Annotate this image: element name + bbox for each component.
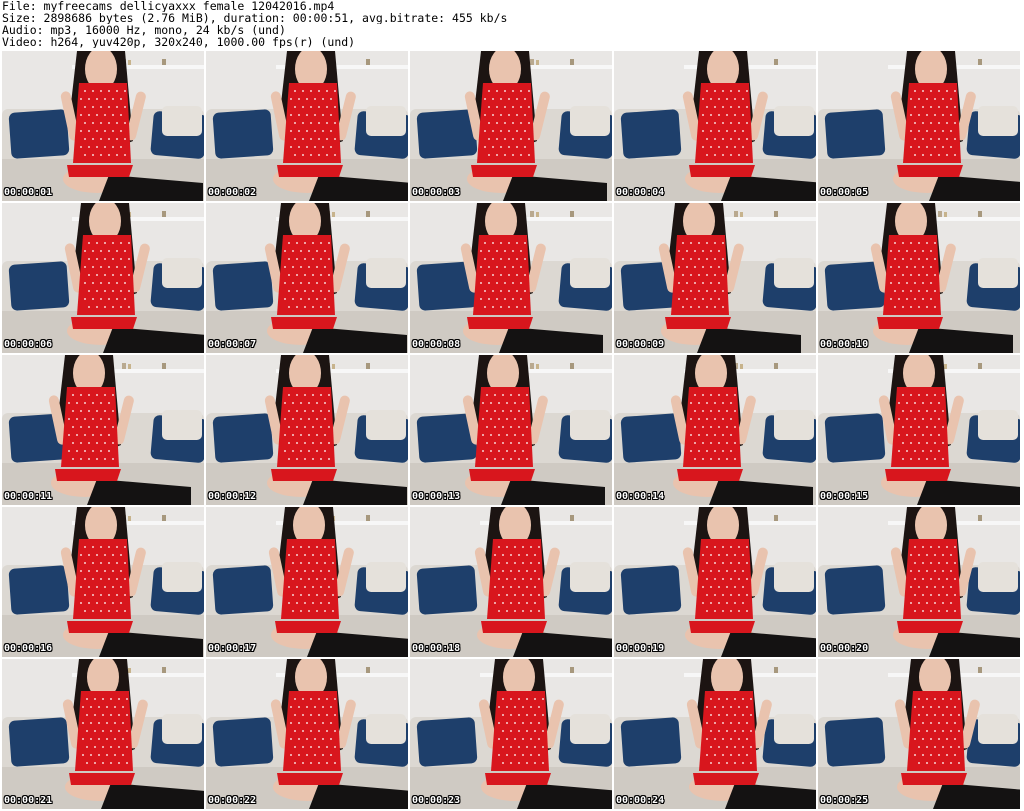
thumbnail-frame: 00:00:09	[614, 203, 816, 353]
frame-timestamp: 00:00:02	[208, 187, 257, 198]
thumbnail-frame: 00:00:20	[818, 507, 1020, 657]
thumbnail-frame: 00:00:11	[2, 355, 204, 505]
frame-image	[206, 51, 408, 201]
thumbnail-frame: 00:00:23	[410, 659, 612, 809]
frame-image	[614, 355, 816, 505]
thumbnail-frame: 00:00:21	[2, 659, 204, 809]
thumbnail-frame: 00:00:17	[206, 507, 408, 657]
frame-timestamp: 00:00:09	[616, 339, 665, 350]
thumbnail-frame: 00:00:18	[410, 507, 612, 657]
frame-timestamp: 00:00:12	[208, 491, 257, 502]
frame-image	[206, 355, 408, 505]
frame-timestamp: 00:00:25	[820, 795, 869, 806]
frame-timestamp: 00:00:08	[412, 339, 461, 350]
thumbnail-frame: 00:00:22	[206, 659, 408, 809]
frame-image	[818, 203, 1020, 353]
thumbnail-frame: 00:00:15	[818, 355, 1020, 505]
frame-image	[818, 51, 1020, 201]
frame-timestamp: 00:00:23	[412, 795, 461, 806]
thumbnail-frame: 00:00:19	[614, 507, 816, 657]
frame-image	[410, 355, 612, 505]
file-name-line: File: myfreecams_dellicyaxxx_female_1204…	[2, 0, 335, 12]
thumbnail-frame: 00:00:10	[818, 203, 1020, 353]
frame-image	[614, 659, 816, 809]
frame-timestamp: 00:00:07	[208, 339, 257, 350]
frame-image	[2, 355, 204, 505]
thumbnail-frame: 00:00:01	[2, 51, 204, 201]
video-info-line: Video: h264, yuv420p, 320x240, 1000.00 f…	[2, 36, 356, 48]
file-size-line: Size: 2898686 bytes (2.76 MiB), duration…	[2, 12, 508, 24]
frame-timestamp: 00:00:01	[4, 187, 53, 198]
frame-image	[614, 51, 816, 201]
frame-timestamp: 00:00:05	[820, 187, 869, 198]
frame-image	[206, 659, 408, 809]
thumbnail-grid: 00:00:01 00:00:02 00:00:03 00:00:04 00:00:05…	[2, 51, 1022, 809]
thumbnail-frame: 00:00:05	[818, 51, 1020, 201]
frame-timestamp: 00:00:03	[412, 187, 461, 198]
frame-image	[410, 507, 612, 657]
frame-timestamp: 00:00:18	[412, 643, 461, 654]
thumbnail-frame: 00:00:03	[410, 51, 612, 201]
thumbnail-frame: 00:00:16	[2, 507, 204, 657]
frame-timestamp: 00:00:04	[616, 187, 665, 198]
thumbnail-frame: 00:00:06	[2, 203, 204, 353]
thumbnail-frame: 00:00:07	[206, 203, 408, 353]
frame-timestamp: 00:00:10	[820, 339, 869, 350]
frame-timestamp: 00:00:06	[4, 339, 53, 350]
file-info-header: File: myfreecams_dellicyaxxx_female_1204…	[2, 0, 1022, 50]
frame-image	[818, 507, 1020, 657]
thumbnail-frame: 00:00:13	[410, 355, 612, 505]
frame-image	[206, 203, 408, 353]
frame-image	[206, 507, 408, 657]
thumbnail-frame: 00:00:08	[410, 203, 612, 353]
frame-image	[410, 203, 612, 353]
frame-timestamp: 00:00:15	[820, 491, 869, 502]
frame-timestamp: 00:00:21	[4, 795, 53, 806]
frame-image	[818, 659, 1020, 809]
thumbnail-frame: 00:00:12	[206, 355, 408, 505]
frame-image	[614, 203, 816, 353]
frame-timestamp: 00:00:20	[820, 643, 869, 654]
frame-timestamp: 00:00:24	[616, 795, 665, 806]
frame-image	[2, 51, 204, 201]
frame-image	[614, 507, 816, 657]
frame-timestamp: 00:00:19	[616, 643, 665, 654]
thumbnail-frame: 00:00:02	[206, 51, 408, 201]
frame-image	[818, 355, 1020, 505]
frame-image	[410, 51, 612, 201]
audio-info-line: Audio: mp3, 16000 Hz, mono, 24 kb/s (und…	[2, 24, 286, 36]
frame-timestamp: 00:00:14	[616, 491, 665, 502]
frame-timestamp: 00:00:17	[208, 643, 257, 654]
frame-timestamp: 00:00:13	[412, 491, 461, 502]
thumbnail-frame: 00:00:04	[614, 51, 816, 201]
frame-timestamp: 00:00:22	[208, 795, 257, 806]
frame-timestamp: 00:00:16	[4, 643, 53, 654]
frame-image	[2, 507, 204, 657]
thumbnail-frame: 00:00:25	[818, 659, 1020, 809]
frame-image	[410, 659, 612, 809]
frame-image	[2, 203, 204, 353]
frame-image	[2, 659, 204, 809]
frame-timestamp: 00:00:11	[4, 491, 53, 502]
thumbnail-frame: 00:00:24	[614, 659, 816, 809]
thumbnail-frame: 00:00:14	[614, 355, 816, 505]
